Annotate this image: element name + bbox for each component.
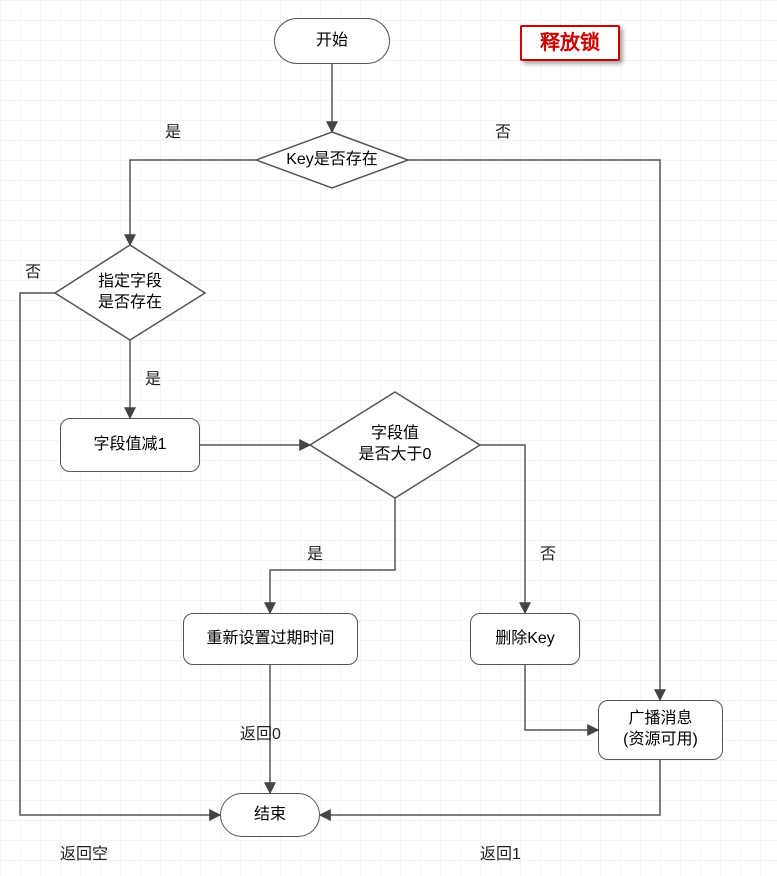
node-field-exists: 指定字段 是否存在 [55, 245, 205, 340]
label-keyexists-no: 否 [495, 118, 511, 142]
label-keyexists-yes: 是 [165, 118, 181, 142]
label-gt0-yes: 是 [307, 540, 323, 564]
node-gt0: 字段值 是否大于0 [310, 392, 480, 498]
node-del-key-label: 删除Key [495, 629, 555, 650]
node-broadcast: 广播消息 (资源可用) [598, 700, 723, 760]
label-gt0-no: 否 [540, 540, 556, 564]
node-end: 结束 [220, 793, 320, 837]
node-del-key: 删除Key [470, 613, 580, 665]
label-return0: 返回0 [240, 720, 281, 744]
label-return-empty: 返回空 [60, 840, 108, 864]
node-decr: 字段值减1 [60, 418, 200, 472]
node-gt0-label: 字段值 是否大于0 [310, 392, 480, 498]
node-key-exists-label: Key是否存在 [256, 132, 408, 188]
node-start-label: 开始 [316, 31, 348, 52]
diagram-title: 释放锁 [520, 25, 620, 61]
label-fieldexists-yes: 是 [145, 365, 161, 389]
node-broadcast-label: 广播消息 (资源可用) [623, 709, 698, 751]
label-return1: 返回1 [480, 840, 521, 864]
node-start: 开始 [274, 18, 390, 64]
node-reset-ttl: 重新设置过期时间 [183, 613, 358, 665]
node-end-label: 结束 [254, 805, 286, 826]
node-decr-label: 字段值减1 [94, 435, 167, 456]
node-field-exists-label: 指定字段 是否存在 [55, 245, 205, 340]
node-reset-ttl-label: 重新设置过期时间 [206, 629, 334, 650]
diagram-title-text: 释放锁 [540, 30, 600, 56]
node-key-exists: Key是否存在 [256, 132, 408, 188]
label-fieldexists-no: 否 [25, 258, 41, 282]
